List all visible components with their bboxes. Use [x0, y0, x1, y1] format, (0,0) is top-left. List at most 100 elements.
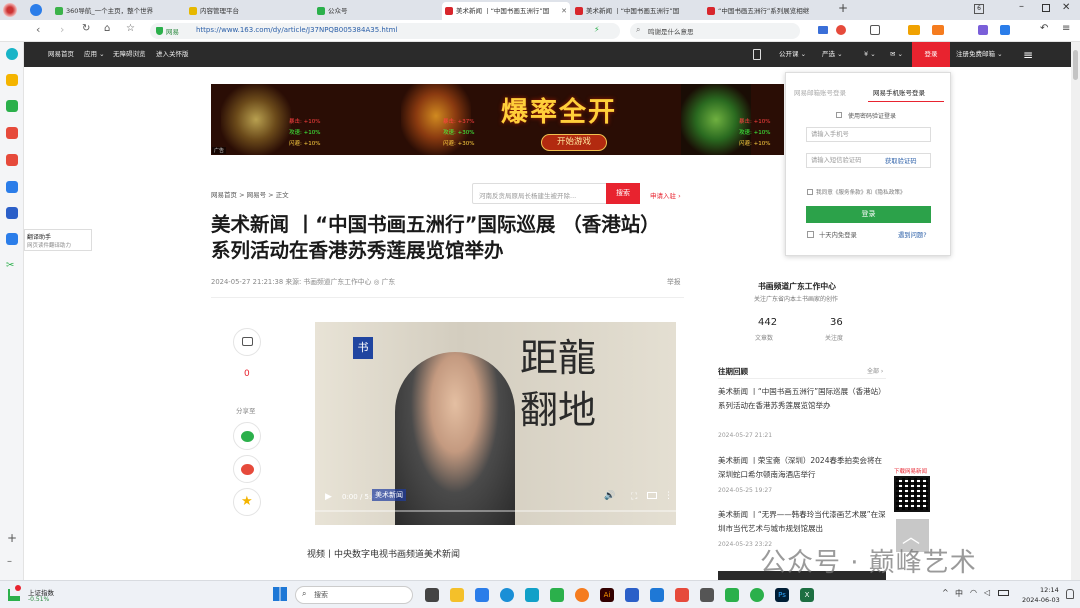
sidebar-doc-icon[interactable] — [6, 207, 18, 219]
close-tab-icon[interactable]: ✕ — [561, 2, 567, 20]
sidebar-scissors-icon[interactable]: ✂ — [6, 260, 18, 272]
share-qzone-button[interactable]: ★ — [233, 488, 261, 516]
translate-ext-icon[interactable] — [908, 25, 920, 35]
close-window-icon[interactable]: ✕ — [1062, 2, 1070, 13]
video-player[interactable]: 距龍 翻地 书 ▶ 0:00 / 5:45 美术新闻 🔊 ⛶ ⋮ — [315, 322, 676, 525]
past-item-3[interactable]: 美术新闻 丨“无界——韩春玲当代漆画艺术展”在深圳市当代艺术与城市规划馆展出 — [718, 508, 888, 536]
back-icon[interactable]: ‹ — [36, 23, 40, 36]
agree-text[interactable]: 我同意《服务条款》和《隐私政策》 — [816, 188, 906, 196]
clock-time[interactable]: 12:14 — [1040, 586, 1059, 594]
volume-tray-icon[interactable]: ◁ — [984, 588, 990, 597]
phone-input[interactable]: 请输入手机号 — [806, 127, 931, 142]
pip-icon[interactable] — [647, 492, 657, 499]
breadcrumb[interactable]: 网易首页 > 网易号 > 正文 — [211, 189, 289, 199]
bookmark-star-icon[interactable]: ☆ — [126, 23, 135, 34]
get-code-button[interactable]: 获取验证码 — [885, 156, 916, 165]
article-search-button[interactable]: 搜索 — [606, 183, 640, 204]
qr-code[interactable] — [894, 476, 930, 512]
share-weibo-button[interactable] — [233, 455, 261, 483]
maximize-icon[interactable] — [1042, 4, 1050, 12]
lightning-icon[interactable]: ⚡ — [594, 25, 600, 34]
grid-ext-icon[interactable] — [1000, 25, 1010, 35]
illustrator-icon[interactable]: Ai — [600, 588, 614, 602]
tab-cms[interactable]: 内容管理平台 — [186, 2, 312, 20]
clock-date[interactable]: 2024-06-03 — [1022, 596, 1060, 604]
app-icon-5[interactable] — [625, 588, 639, 602]
nav-login-button[interactable]: 登录 — [912, 42, 950, 67]
volume-icon[interactable]: 🔊 — [604, 491, 615, 501]
app-icon-4[interactable] — [575, 588, 589, 602]
problem-link[interactable]: 遇到问题? — [898, 230, 927, 239]
sidebar-red2-icon[interactable] — [6, 154, 18, 166]
nav-mail[interactable]: ✉ ⌄ — [890, 42, 903, 67]
navigate-icon[interactable] — [30, 4, 42, 16]
login-submit-button[interactable]: 登录 — [806, 206, 931, 223]
tab-phone-login[interactable]: 网易手机账号登录 — [873, 87, 925, 97]
edge-icon[interactable] — [500, 588, 514, 602]
tab-email-login[interactable]: 网易邮箱账号登录 — [794, 87, 846, 97]
nav-finance[interactable]: ¥ ⌄ — [864, 42, 876, 67]
sidebar-blue-icon[interactable] — [6, 181, 18, 193]
wifi-icon[interactable]: ◠ — [970, 588, 977, 597]
app-icon-6[interactable] — [650, 588, 664, 602]
browser-logo-icon[interactable] — [3, 3, 17, 17]
video-more-icon[interactable]: ⋮ — [664, 491, 673, 501]
sidebar-add-icon[interactable]: + — [7, 531, 17, 545]
wechat-app-icon[interactable] — [750, 588, 764, 602]
share-wechat-button[interactable] — [233, 422, 261, 450]
report-link[interactable]: 举报 — [667, 276, 681, 286]
photoshop-icon[interactable]: Ps — [775, 588, 789, 602]
input-method-indicator[interactable]: 中 — [955, 588, 963, 599]
notification-icon[interactable] — [1066, 589, 1074, 599]
tray-expand-icon[interactable]: ^ — [942, 588, 949, 597]
app-icon-7[interactable] — [675, 588, 689, 602]
taskview-icon[interactable] — [425, 588, 439, 602]
game-ext-icon[interactable] — [932, 25, 944, 35]
password-login-link[interactable]: 使用密码验证登录 — [848, 111, 896, 120]
play-icon[interactable]: ▶ — [325, 492, 332, 502]
sidebar-ai-icon[interactable] — [6, 48, 18, 60]
tab-360[interactable]: 360导航_一个主页，整个世界 — [52, 2, 184, 20]
tab-count-button[interactable]: 6 — [974, 4, 984, 14]
nav-register-mail[interactable]: 注册免费邮箱 ⌄ — [956, 42, 1003, 67]
ad-start-game-button[interactable]: 开始游戏 — [541, 134, 607, 151]
page-scrollbar[interactable] — [1071, 42, 1080, 580]
nav-yanxuan[interactable]: 严选 ⌄ — [822, 42, 843, 67]
files-icon[interactable] — [450, 588, 464, 602]
sidebar-star-icon[interactable] — [6, 74, 18, 86]
browser-360-icon[interactable] — [550, 588, 564, 602]
nav-accessible[interactable]: 无障碍浏览 — [113, 42, 146, 67]
start-windows-icon[interactable] — [273, 587, 287, 601]
scrollbar-thumb[interactable] — [1073, 50, 1078, 80]
past-more-link[interactable]: 全部 › — [867, 366, 883, 375]
apply-join-link[interactable]: 申请入驻 › — [650, 190, 681, 200]
past-item-2[interactable]: 美术新闻 丨荣宝斋（深圳）2024春季拍卖会将在深圳蛇口希尔顿南海酒店举行 — [718, 454, 888, 482]
sidebar-image-icon[interactable] — [6, 100, 18, 112]
excel-icon[interactable]: X — [800, 588, 814, 602]
nav-open-course[interactable]: 公开课 ⌄ — [779, 42, 806, 67]
tab-article-2[interactable]: 美术新闻 丨“中国书画五洲行”国 — [572, 2, 702, 20]
home-icon[interactable]: ⌂ — [104, 23, 110, 34]
nav-netease-home[interactable]: 网易首页 — [48, 42, 74, 67]
battery-icon[interactable] — [998, 590, 1009, 596]
undo-icon[interactable]: ↶ — [1040, 23, 1048, 34]
menu-ext-icon[interactable] — [978, 25, 988, 35]
translate-helper-popup[interactable]: 翻译助手 网页读件翻译助力 — [24, 229, 92, 251]
sidebar-collapse-icon[interactable]: – — [7, 556, 12, 567]
new-tab-button[interactable]: + — [838, 1, 848, 15]
author-name[interactable]: 书画频道广东工作中心 — [758, 281, 836, 292]
taskbar-search-box[interactable]: ⌕ 搜索 — [295, 586, 413, 604]
url-input[interactable]: 网易 https://www.163.com/dy/article/J37NPQ… — [150, 23, 620, 39]
past-item-1[interactable]: 美术新闻 丨“中国书画五洲行”国际巡展（香港站）系列活动在香港苏秀莲展览馆举办 — [718, 385, 888, 413]
more-menu-icon[interactable]: ≡ — [1062, 23, 1070, 34]
app-icon-9[interactable] — [725, 588, 739, 602]
weibo-ext-icon[interactable] — [836, 25, 846, 35]
minimize-icon[interactable]: – — [1019, 1, 1024, 12]
nav-apps[interactable]: 应用 ⌄ — [84, 42, 105, 67]
hamburger-menu-icon[interactable]: ≡ — [1023, 48, 1033, 62]
browser-search-input[interactable]: ⌕ 鸣谢是什么意思 — [630, 23, 800, 39]
video-progress-bg[interactable] — [315, 510, 676, 512]
nav-care-mode[interactable]: 进入关怀版 — [156, 42, 189, 67]
reload-icon[interactable]: ↻ — [82, 23, 90, 34]
comment-button[interactable] — [233, 328, 261, 356]
